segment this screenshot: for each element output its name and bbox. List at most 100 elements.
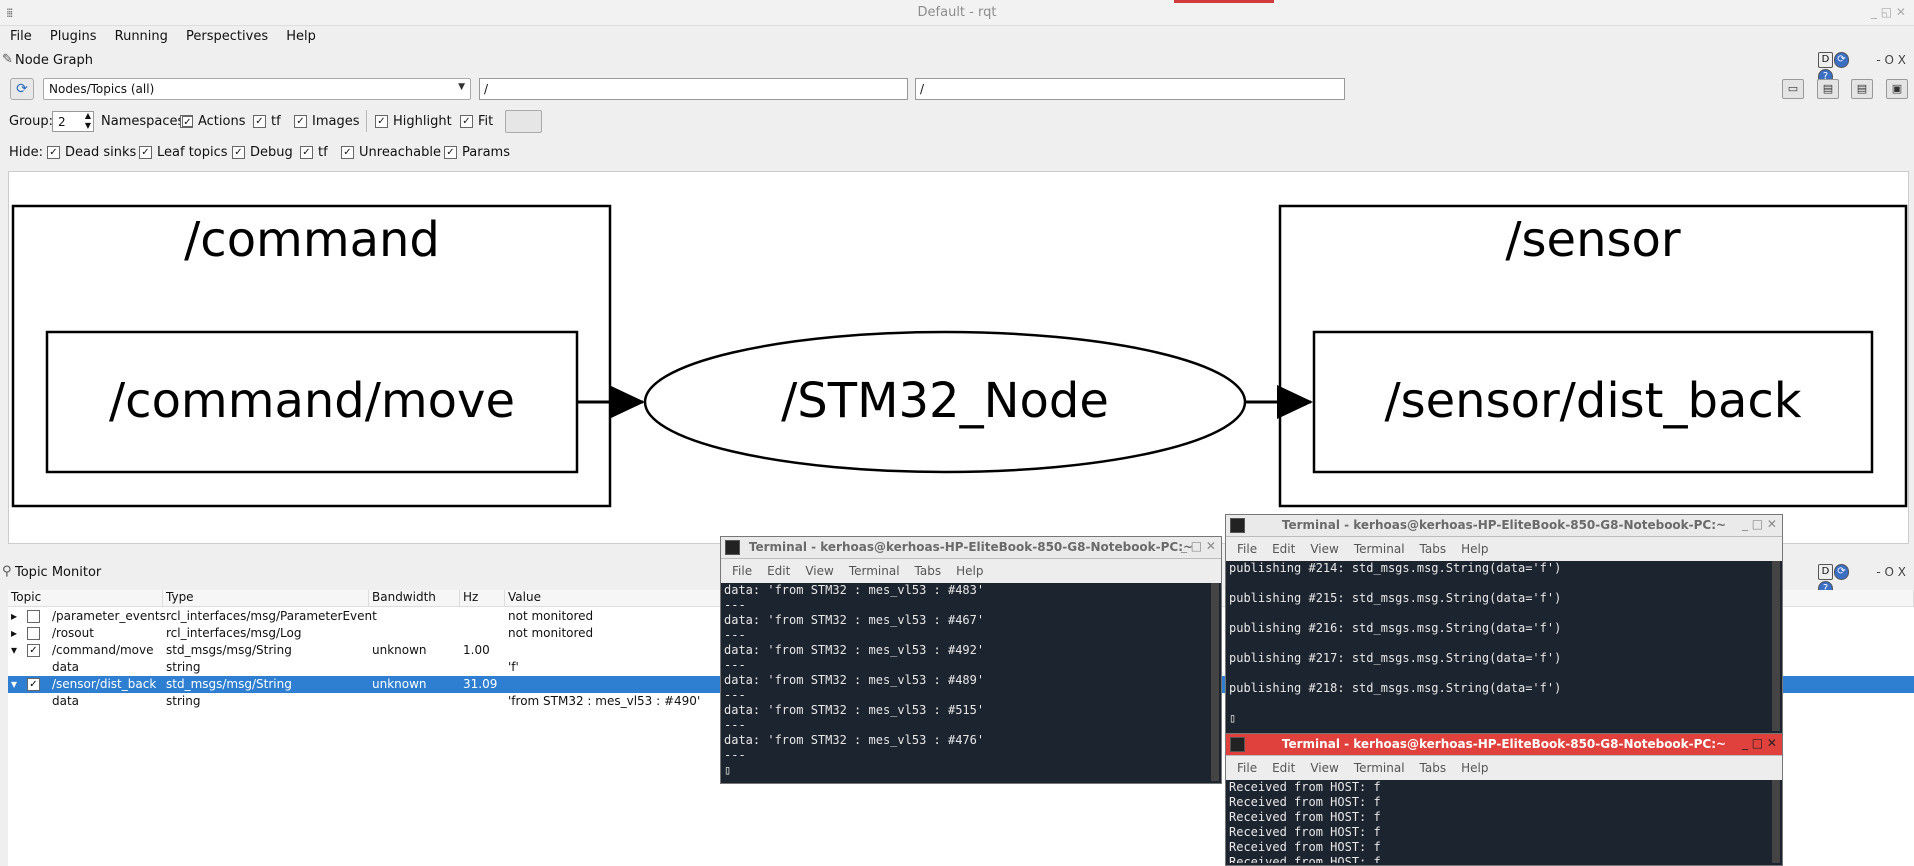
window-controls[interactable]: _ ◱ ✕ — [1871, 5, 1906, 19]
terminal-menu-view[interactable]: View — [805, 559, 833, 578]
node-graph-dock-controls[interactable]: - O X — [1876, 53, 1906, 67]
terminal-menu-file[interactable]: File — [732, 559, 752, 578]
terminal-line: Received from HOST: f — [1229, 795, 1381, 809]
topic-monitor-checkbox[interactable]: ✓ — [27, 678, 40, 691]
terminal-menu-file[interactable]: File — [1237, 756, 1257, 775]
reload-icon[interactable]: ⟳ — [1834, 564, 1849, 580]
terminal-menu-help[interactable]: Help — [956, 559, 983, 578]
unreachable-option[interactable]: ✓ Unreachable — [341, 145, 441, 160]
group-spinbox[interactable]: 2 ▲ ▼ — [52, 111, 94, 132]
terminal-window-controls[interactable]: _ □ ✕ — [1742, 517, 1777, 531]
images-checkbox[interactable]: ✓ — [294, 115, 307, 128]
tf-option[interactable]: ✓ tf — [253, 114, 281, 129]
leaf-topics-option[interactable]: ✓ Leaf topics — [139, 145, 228, 160]
spin-arrows-icon[interactable]: ▲ ▼ — [85, 111, 91, 131]
column-header-bandwidth[interactable]: Bandwidth — [369, 590, 460, 607]
terminal-title-bar[interactable]: Terminal - kerhoas@kerhoas-HP-EliteBook-… — [1226, 734, 1782, 756]
expand-arrow-icon[interactable]: ▸ — [11, 626, 17, 640]
terminal-menu-file[interactable]: File — [1237, 537, 1257, 556]
dead-sinks-checkbox[interactable]: ✓ — [47, 146, 60, 159]
save-dot-button[interactable]: ▤ — [1817, 79, 1839, 99]
dead-sinks-option[interactable]: ✓ Dead sinks — [47, 145, 136, 160]
hide-tf-checkbox[interactable]: ✓ — [300, 146, 313, 159]
terminal-line: --- — [724, 748, 746, 762]
expand-arrow-icon[interactable]: ▾ — [11, 677, 17, 691]
terminal-window-publisher[interactable]: Terminal - kerhoas@kerhoas-HP-EliteBook-… — [1225, 514, 1783, 734]
image-icon: ▣ — [1891, 82, 1903, 95]
terminal-menu-edit[interactable]: Edit — [767, 559, 790, 578]
params-checkbox[interactable]: ✓ — [444, 146, 457, 159]
column-header-topic[interactable]: Topic — [8, 590, 163, 607]
namespaces-checkbox[interactable]: ✓ — [182, 116, 193, 128]
reload-icon[interactable]: ⟳ — [1834, 52, 1849, 68]
terminal-menu-help[interactable]: Help — [1461, 537, 1488, 556]
menu-help[interactable]: Help — [286, 26, 316, 44]
topic-hz: 31.09 — [463, 677, 498, 691]
topic-monitor-dock-controls[interactable]: - O X — [1876, 565, 1906, 579]
menu-plugins[interactable]: Plugins — [50, 26, 97, 44]
terminal-title-bar[interactable]: Terminal - kerhoas@kerhoas-HP-EliteBook-… — [721, 537, 1221, 559]
save-image-button[interactable]: ▣ — [1886, 79, 1908, 99]
terminal-window-subscriber[interactable]: Terminal - kerhoas@kerhoas-HP-EliteBook-… — [720, 536, 1222, 784]
debug-option[interactable]: ✓ Debug — [232, 145, 293, 160]
refresh-graph-button[interactable]: ⟳ — [10, 78, 34, 100]
save-svg-button[interactable]: ▤ — [1851, 79, 1873, 99]
terminal-title-bar[interactable]: Terminal - kerhoas@kerhoas-HP-EliteBook-… — [1226, 515, 1782, 537]
terminal-menu-terminal[interactable]: Terminal — [849, 559, 900, 578]
terminal-scrollbar[interactable] — [1772, 561, 1780, 731]
terminal-window-controls[interactable]: _ □ ✕ — [1181, 539, 1216, 553]
topic-filter-input[interactable]: / — [915, 78, 1345, 100]
topic-monitor-dock-buttons[interactable]: D ⟳? — [1818, 563, 1862, 597]
images-option[interactable]: ✓ Images — [294, 114, 360, 129]
menu-perspectives[interactable]: Perspectives — [186, 26, 268, 44]
topic-monitor-checkbox[interactable] — [27, 627, 40, 640]
load-dot-button[interactable]: ▭ — [1782, 79, 1804, 99]
terminal-window-serial[interactable]: Terminal - kerhoas@kerhoas-HP-EliteBook-… — [1225, 733, 1783, 866]
terminal-output[interactable]: Received from HOST: f Received from HOST:… — [1229, 780, 1768, 863]
terminal-output[interactable]: publishing #214: std_msgs.msg.String(dat… — [1229, 561, 1768, 731]
terminal-menu-terminal[interactable]: Terminal — [1354, 537, 1405, 556]
terminal-menu-tabs[interactable]: Tabs — [1420, 537, 1447, 556]
fit-checkbox[interactable]: ✓ — [460, 115, 473, 128]
column-header-type[interactable]: Type — [163, 590, 369, 607]
terminal-scrollbar[interactable] — [1772, 780, 1780, 863]
namespace-filter-input[interactable]: / — [479, 78, 908, 100]
graph-canvas[interactable]: /command /command/move /STM32_Node /sens… — [8, 171, 1909, 544]
group-label: Group: — [9, 114, 53, 129]
terminal-menu-edit[interactable]: Edit — [1272, 756, 1295, 775]
terminal-menu-terminal[interactable]: Terminal — [1354, 756, 1405, 775]
graph-type-combo[interactable]: Nodes/Topics (all) ▼ — [43, 78, 471, 100]
column-header-hz[interactable]: Hz — [460, 590, 505, 607]
leaf-topics-checkbox[interactable]: ✓ — [139, 146, 152, 159]
terminal-menu-view[interactable]: View — [1310, 537, 1338, 556]
node-graph-dock-buttons[interactable]: D ⟳? — [1818, 51, 1862, 85]
terminal-menu-edit[interactable]: Edit — [1272, 537, 1295, 556]
dock-badge[interactable]: D — [1818, 564, 1833, 580]
menu-file[interactable]: File — [10, 26, 32, 44]
expand-arrow-icon[interactable]: ▸ — [11, 609, 17, 623]
namespaces-option[interactable]: Namespaces — [101, 114, 184, 129]
unreachable-checkbox[interactable]: ✓ — [341, 146, 354, 159]
terminal-scrollbar[interactable] — [1211, 583, 1219, 781]
debug-checkbox[interactable]: ✓ — [232, 146, 245, 159]
terminal-menu-tabs[interactable]: Tabs — [1420, 756, 1447, 775]
params-option[interactable]: ✓ Params — [444, 145, 510, 160]
hide-tf-option[interactable]: ✓ tf — [300, 145, 328, 160]
expand-arrow-icon[interactable]: ▾ — [11, 643, 17, 657]
dock-badge[interactable]: D — [1818, 52, 1833, 68]
highlight-checkbox[interactable]: ✓ — [375, 115, 388, 128]
topic-monitor-checkbox[interactable]: ✓ — [27, 644, 40, 657]
terminal-menu-help[interactable]: Help — [1461, 756, 1488, 775]
fit-option[interactable]: ✓ Fit — [460, 114, 493, 129]
menu-running[interactable]: Running — [115, 26, 168, 44]
terminal-output[interactable]: data: 'from STM32 : mes_vl53 : #483' --- d… — [724, 583, 1207, 781]
terminal-window-controls[interactable]: _ □ ✕ — [1742, 736, 1777, 750]
fit-in-view-button[interactable] — [505, 110, 542, 133]
terminal-menu-view[interactable]: View — [1310, 756, 1338, 775]
topic-value: 'f' — [508, 660, 519, 674]
toolbar-divider — [366, 110, 367, 132]
topic-monitor-checkbox[interactable] — [27, 610, 40, 623]
terminal-menu-tabs[interactable]: Tabs — [915, 559, 942, 578]
tf-checkbox[interactable]: ✓ — [253, 115, 266, 128]
highlight-option[interactable]: ✓ Highlight — [375, 114, 452, 129]
